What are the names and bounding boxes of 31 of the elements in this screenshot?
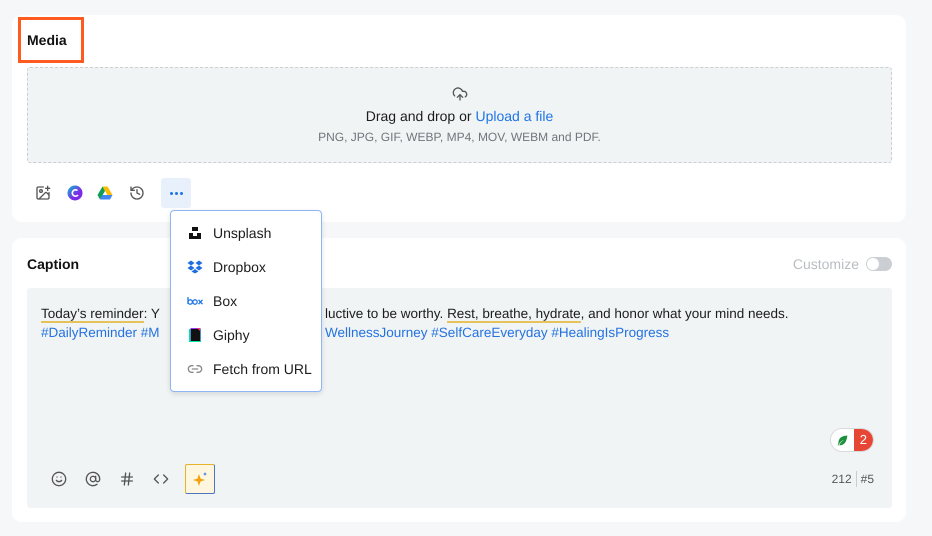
caption-text: #DailyReminder #M <box>41 324 161 342</box>
caption-text: Today’s reminder: Y <box>41 305 161 323</box>
section-title: Media <box>18 17 84 63</box>
caption-text: luctive to be worthy. Rest, breathe, hydrate, and honor what your mind needs. <box>325 305 790 323</box>
customize-label: Customize <box>792 256 859 272</box>
cloud-upload-icon <box>452 86 468 102</box>
post-number: #5 <box>860 472 875 486</box>
menu-item[interactable]: Dropbox <box>171 250 321 284</box>
menu-item[interactable]: Unsplash <box>171 216 321 250</box>
menu-item[interactable]: Fetch from URL <box>171 352 321 386</box>
upload-link[interactable]: Upload a file <box>475 108 554 124</box>
menu-item[interactable]: Giphy <box>171 318 321 352</box>
sparkles-icon <box>192 471 208 487</box>
unsplash-icon <box>187 225 203 241</box>
character-count: 212 <box>830 472 853 486</box>
customize-toggle[interactable] <box>866 257 892 271</box>
upload-dropzone[interactable]: Drag and drop or Upload a file PNG, JPG, GIF, WEBP, MP4, MOV, WEBM and PDF. <box>27 67 892 163</box>
caption-text: WellnessJourney #SelfCareEveryday #HealingIsProgress <box>325 324 670 342</box>
leaf-icon <box>836 434 849 446</box>
canva-icon <box>67 185 83 201</box>
emoji-icon[interactable] <box>49 469 69 489</box>
drive-icon <box>97 185 113 201</box>
grammar-badge[interactable]: 2 <box>830 428 874 452</box>
format-hint: PNG, JPG, GIF, WEBP, MP4, MOV, WEBM and PDF. <box>318 130 601 144</box>
dropbox-icon <box>187 259 203 275</box>
ai-assist-button[interactable] <box>185 464 215 494</box>
more-icon <box>170 192 182 194</box>
mention-icon[interactable] <box>83 469 103 489</box>
giphy-icon <box>187 327 203 343</box>
upload-prompt: Drag and drop or Upload a file <box>366 108 554 124</box>
section-title: Caption <box>27 256 80 272</box>
